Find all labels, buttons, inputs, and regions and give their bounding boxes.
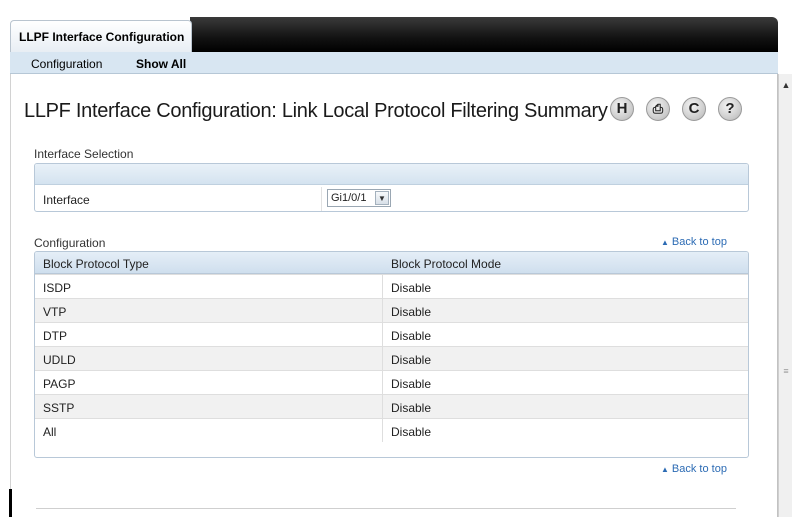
table-row: PAGP Disable <box>35 370 748 394</box>
column-divider <box>382 371 383 394</box>
table-header: Block Protocol Type Block Protocol Mode <box>35 252 748 274</box>
column-header-block-protocol-mode: Block Protocol Mode <box>391 257 502 271</box>
cell-protocol-type: DTP <box>43 329 67 343</box>
scroll-up-arrow-icon[interactable]: ▲ <box>779 80 792 92</box>
interface-label: Interface <box>43 193 90 207</box>
column-divider <box>321 187 322 211</box>
tab-llpf-interface-configuration[interactable]: LLPF Interface Configuration <box>10 20 192 52</box>
sub-navigation: Configuration Show All <box>10 52 778 74</box>
back-to-top-label: Back to top <box>671 463 727 475</box>
interface-selection-panel: Interface Gi1/0/1 ▼ <box>34 163 749 212</box>
back-to-top-link-bottom[interactable]: ▲ Back to top <box>661 463 727 475</box>
interface-row: Interface Gi1/0/1 ▼ <box>35 187 748 211</box>
interface-select-value: Gi1/0/1 <box>331 192 367 204</box>
print-icon[interactable]: ⎙ <box>646 97 670 121</box>
table-row: VTP Disable <box>35 298 748 322</box>
chevron-down-icon[interactable]: ▼ <box>375 191 389 205</box>
tab-bar <box>190 17 778 52</box>
triangle-up-icon: ▲ <box>661 238 669 247</box>
subnav-configuration[interactable]: Configuration <box>31 57 102 71</box>
column-divider <box>382 347 383 370</box>
triangle-up-icon: ▲ <box>661 465 669 474</box>
refresh-icon[interactable]: C <box>682 97 706 121</box>
help-h-icon[interactable]: H <box>610 97 634 121</box>
page-title: LLPF Interface Configuration: Link Local… <box>24 100 608 122</box>
subnav-show-all[interactable]: Show All <box>136 57 186 71</box>
column-divider <box>382 395 383 418</box>
cell-protocol-mode: Disable <box>391 425 432 439</box>
cell-protocol-type: ISDP <box>43 281 72 295</box>
column-divider <box>382 275 383 298</box>
table-row: ISDP Disable <box>35 274 748 298</box>
help-icon[interactable]: ? <box>718 97 742 121</box>
cell-protocol-mode: Disable <box>391 353 432 367</box>
cell-protocol-mode: Disable <box>391 401 432 415</box>
bottom-divider <box>36 508 736 509</box>
column-header-block-protocol-type: Block Protocol Type <box>43 257 149 271</box>
table-row: DTP Disable <box>35 322 748 346</box>
cell-protocol-mode: Disable <box>391 377 432 391</box>
top-strip <box>0 0 792 14</box>
configuration-table: Block Protocol Type Block Protocol Mode … <box>34 251 749 458</box>
column-divider <box>382 323 383 346</box>
cell-protocol-mode: Disable <box>391 329 432 343</box>
back-to-top-label: Back to top <box>671 236 727 248</box>
cell-protocol-mode: Disable <box>391 281 432 295</box>
table-row: UDLD Disable <box>35 346 748 370</box>
cell-protocol-type: PAGP <box>43 377 76 391</box>
cell-protocol-type: All <box>43 425 57 439</box>
cell-protocol-type: VTP <box>43 305 67 319</box>
interface-select[interactable]: Gi1/0/1 ▼ <box>327 189 391 207</box>
interface-selection-header <box>35 164 748 185</box>
back-to-top-link[interactable]: ▲ Back to top <box>661 236 727 248</box>
vertical-scrollbar[interactable]: ▲ ≡ <box>778 74 792 517</box>
cell-protocol-type: SSTP <box>43 401 75 415</box>
column-divider <box>382 299 383 322</box>
column-divider <box>382 419 383 442</box>
table-row: All Disable <box>35 418 748 442</box>
cell-protocol-mode: Disable <box>391 305 432 319</box>
cell-protocol-type: UDLD <box>43 353 76 367</box>
configuration-label: Configuration <box>34 236 106 250</box>
left-edge-marker <box>9 489 12 517</box>
scroll-grip-icon[interactable]: ≡ <box>781 366 791 376</box>
interface-selection-label: Interface Selection <box>34 147 134 161</box>
table-row: SSTP Disable <box>35 394 748 418</box>
